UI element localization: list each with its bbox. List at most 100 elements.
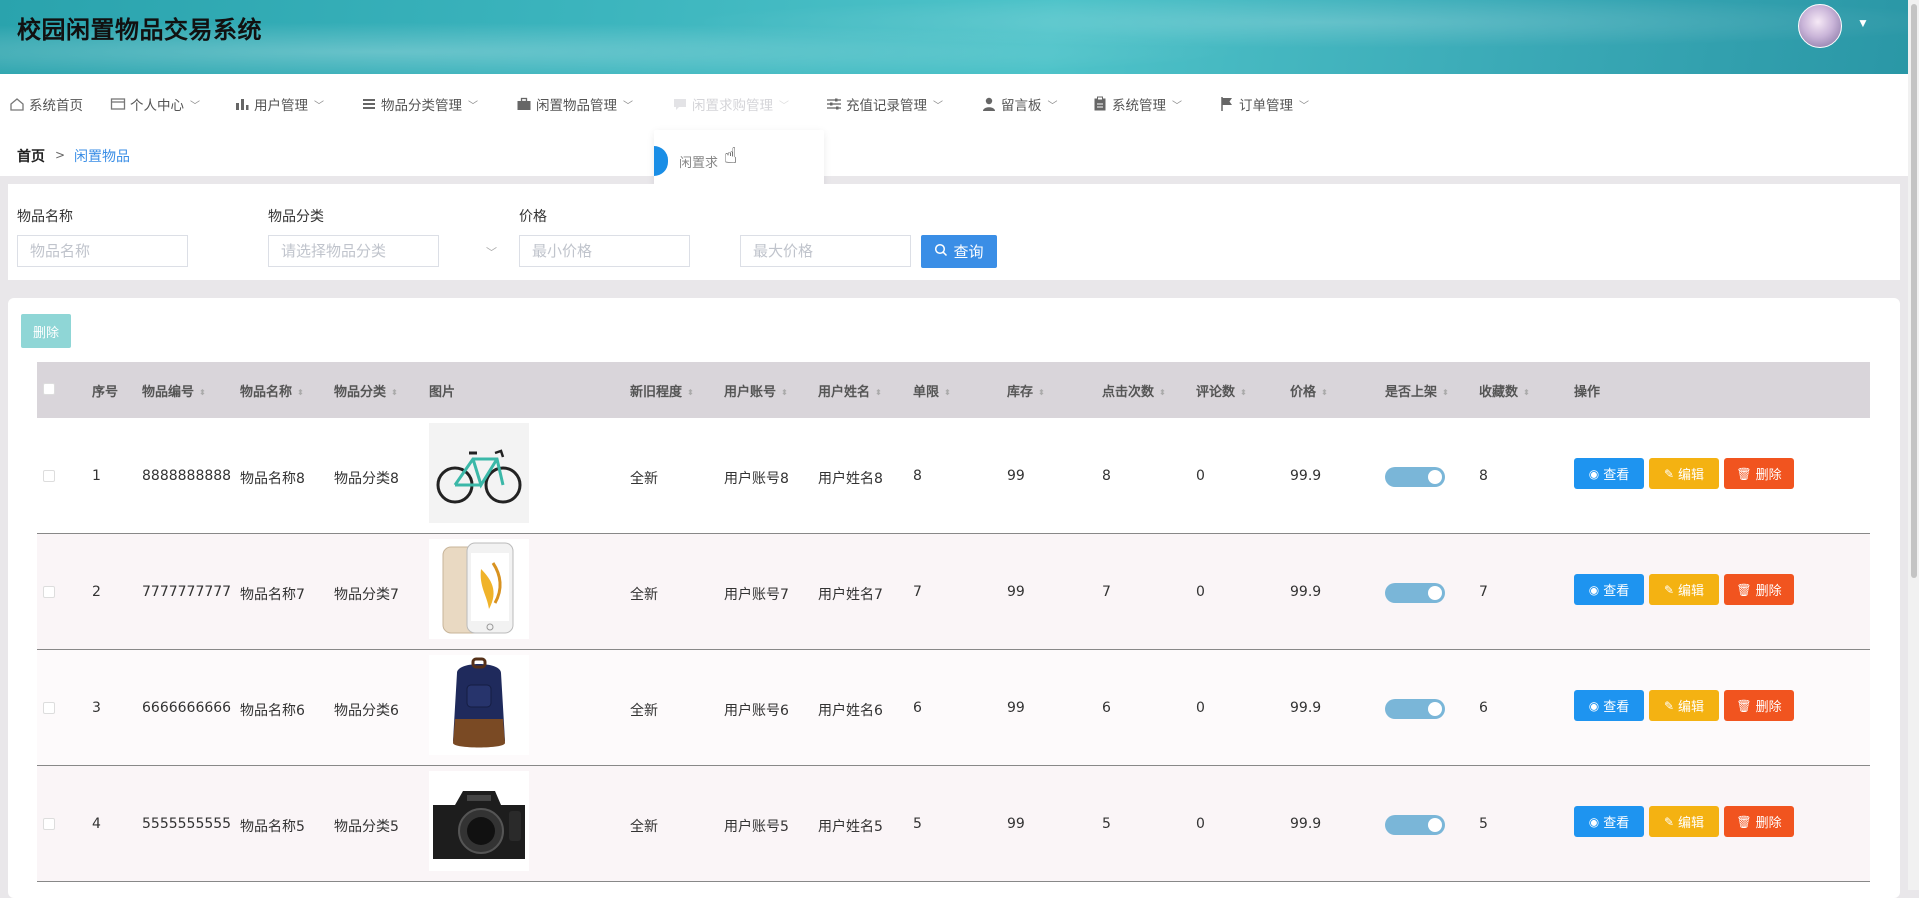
nav-item-category[interactable]: 物品分类管理 ﹀ (361, 94, 478, 114)
nav-item-wanted[interactable]: 闲置求购管理 ﹀ (672, 94, 789, 114)
edit-button[interactable]: ✎ 编辑 (1649, 690, 1719, 721)
col-category[interactable]: 物品分类 ⬍ (334, 381, 398, 400)
edit-icon: ✎ (1663, 582, 1675, 597)
sort-icon: ⬍ (1038, 388, 1045, 397)
col-favorites[interactable]: 收藏数 ⬍ (1479, 381, 1530, 400)
cell-category: 物品分类8 (334, 471, 399, 487)
nav-dropdown-menu: 闲置求 (654, 130, 824, 188)
user-avatar[interactable] (1798, 4, 1842, 48)
col-name[interactable]: 物品名称 ⬍ (240, 381, 304, 400)
name-input[interactable]: 物品名称 (17, 235, 188, 267)
breadcrumb-home[interactable]: 首页 (17, 146, 45, 166)
nav-item-recharge[interactable]: 充值记录管理 ﹀ (826, 94, 943, 114)
edit-icon: ✎ (1663, 466, 1675, 481)
view-button[interactable]: ◉ 查看 (1574, 458, 1644, 489)
row-checkbox[interactable] (43, 470, 55, 482)
query-label: 查询 (953, 243, 984, 261)
cell-condition: 全新 (630, 471, 658, 487)
col-price[interactable]: 价格 ⬍ (1290, 381, 1328, 400)
cell-comments: 0 (1196, 468, 1205, 484)
user-icon (981, 96, 997, 112)
cell-favorites: 7 (1479, 584, 1488, 600)
cell-name: 物品名称5 (240, 819, 305, 835)
nav-label: 留言板 (1001, 98, 1042, 114)
view-button[interactable]: ◉ 查看 (1574, 574, 1644, 605)
nav-item-home[interactable]: 系统首页 (9, 94, 83, 114)
cell-price: 99.9 (1290, 816, 1322, 832)
nav-item-users[interactable]: 用户管理 ﹀ (234, 94, 324, 114)
cell-comments: 0 (1196, 816, 1205, 832)
chevron-down-icon: ﹀ (779, 100, 789, 112)
sort-icon: ⬍ (1442, 388, 1449, 397)
col-stock[interactable]: 库存 ⬍ (1007, 381, 1045, 400)
nav-item-messages[interactable]: 留言板 ﹀ (981, 94, 1058, 114)
select-all-checkbox[interactable] (43, 383, 55, 395)
chevron-down-icon: ﹀ (468, 100, 478, 112)
edit-button[interactable]: ✎ 编辑 (1649, 458, 1719, 489)
chevron-down-icon: ﹀ (314, 100, 324, 112)
flag-icon (1219, 96, 1235, 112)
listed-toggle[interactable] (1385, 583, 1445, 603)
nav-item-orders[interactable]: 订单管理 ﹀ (1219, 94, 1309, 114)
cell-stock: 99 (1007, 700, 1025, 716)
query-button[interactable]: 查询 (921, 235, 997, 268)
scrollbar-thumb[interactable] (1911, 4, 1917, 578)
app-title: 校园闲置物品交易系统 (17, 16, 262, 44)
listed-toggle[interactable] (1385, 699, 1445, 719)
delete-button[interactable]: 🗑 删除 (1724, 690, 1794, 721)
nav-item-profile[interactable]: 个人中心 ﹀ (110, 94, 200, 114)
col-username[interactable]: 用户姓名 ⬍ (818, 381, 882, 400)
cell-favorites: 5 (1479, 816, 1488, 832)
chevron-down-icon: ﹀ (1047, 100, 1058, 112)
cell-limit: 8 (913, 468, 922, 484)
edit-button[interactable]: ✎ 编辑 (1649, 806, 1719, 837)
delete-button[interactable]: 🗑 删除 (1724, 574, 1794, 605)
sliders-icon (826, 96, 842, 112)
chevron-down-icon: ﹀ (1172, 100, 1182, 112)
cell-price: 99.9 (1290, 584, 1322, 600)
row-checkbox[interactable] (43, 702, 55, 714)
edit-button[interactable]: ✎ 编辑 (1649, 574, 1719, 605)
cell-index: 1 (92, 468, 101, 484)
chevron-down-icon: ﹀ (190, 100, 200, 112)
bar-chart-icon (234, 96, 250, 112)
dropdown-item-wanted[interactable]: 闲置求 (679, 152, 718, 171)
caret-down-icon[interactable]: ▼ (1857, 16, 1869, 30)
min-price-input[interactable]: 最小价格 (519, 235, 690, 267)
nav-label: 物品分类管理 (381, 98, 462, 114)
col-listed[interactable]: 是否上架 ⬍ (1385, 381, 1449, 400)
cell-category: 物品分类6 (334, 703, 399, 719)
edit-icon: ✎ (1663, 698, 1675, 713)
row-checkbox[interactable] (43, 818, 55, 830)
col-limit[interactable]: 单限 ⬍ (913, 381, 951, 400)
nav-item-idle-goods[interactable]: 闲置物品管理 ﹀ (516, 94, 633, 114)
cell-stock: 99 (1007, 816, 1025, 832)
sort-icon: ⬍ (781, 388, 788, 397)
cell-name: 物品名称6 (240, 703, 305, 719)
category-select[interactable]: 请选择物品分类 (268, 235, 439, 267)
sort-icon: ⬍ (1321, 388, 1328, 397)
delete-button[interactable]: 🗑 删除 (1724, 458, 1794, 489)
eye-icon: ◉ (1588, 582, 1600, 597)
cell-clicks: 6 (1102, 700, 1111, 716)
sort-icon: ⬍ (687, 388, 694, 397)
view-button[interactable]: ◉ 查看 (1574, 690, 1644, 721)
col-comments[interactable]: 评论数 ⬍ (1196, 381, 1247, 400)
cell-username: 用户姓名7 (818, 587, 883, 603)
listed-toggle[interactable] (1385, 815, 1445, 835)
price-label: 价格 (519, 209, 547, 225)
listed-toggle[interactable] (1385, 467, 1445, 487)
col-code[interactable]: 物品编号 ⬍ (142, 381, 206, 400)
row-checkbox[interactable] (43, 586, 55, 598)
delete-button[interactable]: 🗑 删除 (1724, 806, 1794, 837)
eye-icon: ◉ (1588, 698, 1600, 713)
nav-item-system[interactable]: 系统管理 ﹀ (1092, 94, 1182, 114)
col-account[interactable]: 用户账号 ⬍ (724, 381, 788, 400)
col-condition[interactable]: 新旧程度 ⬍ (630, 381, 694, 400)
chevron-down-icon[interactable]: ﹀ (486, 244, 497, 260)
view-button[interactable]: ◉ 查看 (1574, 806, 1644, 837)
batch-delete-button[interactable]: 删除 (21, 314, 71, 348)
chevron-down-icon: ﹀ (933, 100, 943, 112)
col-clicks[interactable]: 点击次数 ⬍ (1102, 381, 1166, 400)
max-price-input[interactable]: 最大价格 (740, 235, 911, 267)
